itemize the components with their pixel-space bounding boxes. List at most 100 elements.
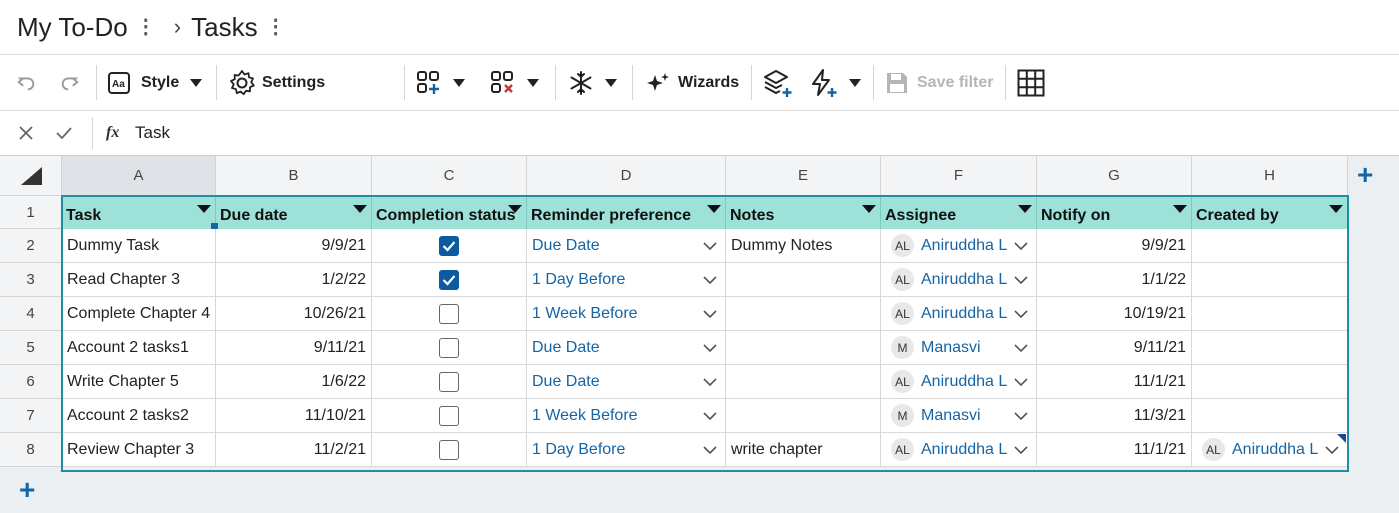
grid-view-button[interactable]: [1017, 55, 1045, 110]
chevron-down-icon[interactable]: [1014, 446, 1028, 455]
notify-on-cell[interactable]: 1/1/22: [1037, 263, 1192, 297]
task-cell[interactable]: Read Chapter 3: [62, 263, 216, 297]
table-header-cell[interactable]: Notify on: [1037, 196, 1192, 229]
reminder-dropdown[interactable]: [703, 374, 717, 392]
task-cell[interactable]: Complete Chapter 4: [62, 297, 216, 331]
chevron-down-icon[interactable]: [1014, 378, 1028, 387]
notify-on-cell[interactable]: 9/11/21: [1037, 331, 1192, 365]
table-header-cell[interactable]: Task: [62, 196, 216, 229]
column-header-g[interactable]: G: [1037, 156, 1192, 196]
notes-cell[interactable]: [726, 399, 881, 433]
due-date-cell[interactable]: 11/2/21: [216, 433, 372, 467]
chevron-down-icon[interactable]: [1014, 276, 1028, 285]
add-column-button[interactable]: +: [1357, 161, 1373, 189]
fill-handle[interactable]: [211, 223, 218, 229]
filter-dropdown-icon[interactable]: [197, 205, 211, 213]
formula-input[interactable]: Task: [135, 111, 170, 155]
reminder-dropdown[interactable]: [703, 340, 717, 358]
filter-dropdown-icon[interactable]: [1329, 205, 1343, 213]
created-by-cell[interactable]: [1192, 263, 1348, 297]
filter-dropdown-icon[interactable]: [1018, 205, 1032, 213]
assignee-dropdown[interactable]: [1014, 272, 1028, 290]
created-by-cell[interactable]: [1192, 297, 1348, 331]
filter-dropdown-icon[interactable]: [862, 205, 876, 213]
select-all-corner[interactable]: [0, 156, 62, 196]
due-date-cell[interactable]: 9/9/21: [216, 229, 372, 263]
task-cell[interactable]: Dummy Task: [62, 229, 216, 263]
notes-cell[interactable]: write chapter: [726, 433, 881, 467]
task-cell[interactable]: Account 2 tasks2: [62, 399, 216, 433]
reminder-cell[interactable]: 1 Day Before: [527, 433, 726, 467]
chevron-down-icon[interactable]: [1014, 310, 1028, 319]
chevron-down-icon[interactable]: [703, 310, 717, 319]
assignee-cell[interactable]: M Manasvi: [881, 331, 1037, 365]
cancel-edit-button[interactable]: [18, 111, 34, 155]
reminder-dropdown[interactable]: [703, 272, 717, 290]
created-by-cell[interactable]: [1192, 229, 1348, 263]
created-by-cell[interactable]: [1192, 331, 1348, 365]
sheet-title[interactable]: Tasks: [191, 12, 257, 43]
table-header-cell[interactable]: Created by: [1192, 196, 1348, 229]
workspace-title[interactable]: My To-Do: [17, 12, 128, 43]
created-by-dropdown[interactable]: [1325, 442, 1339, 460]
confirm-edit-button[interactable]: [55, 111, 73, 155]
created-by-cell[interactable]: [1192, 399, 1348, 433]
automation-button[interactable]: [808, 55, 862, 110]
add-layer-button[interactable]: [763, 55, 793, 110]
column-header-a[interactable]: A: [62, 156, 216, 196]
chevron-down-icon[interactable]: [703, 242, 717, 251]
assignee-dropdown[interactable]: [1014, 408, 1028, 426]
due-date-cell[interactable]: 1/2/22: [216, 263, 372, 297]
assignee-cell[interactable]: AL Aniruddha L: [881, 229, 1037, 263]
filter-dropdown-icon[interactable]: [707, 205, 721, 213]
checkbox-unchecked[interactable]: [439, 405, 459, 426]
column-header-d[interactable]: D: [527, 156, 726, 196]
notify-on-cell[interactable]: 11/3/21: [1037, 399, 1192, 433]
row-header[interactable]: 6: [0, 365, 62, 399]
chevron-down-icon[interactable]: [703, 344, 717, 353]
assignee-cell[interactable]: AL Aniruddha L: [881, 365, 1037, 399]
reminder-dropdown[interactable]: [703, 442, 717, 460]
due-date-cell[interactable]: 10/26/21: [216, 297, 372, 331]
column-header-e[interactable]: E: [726, 156, 881, 196]
table-header-cell[interactable]: Assignee: [881, 196, 1037, 229]
assignee-dropdown[interactable]: [1014, 374, 1028, 392]
assignee-cell[interactable]: AL Aniruddha L: [881, 263, 1037, 297]
chevron-down-icon[interactable]: [703, 276, 717, 285]
checkbox-unchecked[interactable]: [439, 439, 459, 460]
filter-dropdown-icon[interactable]: [1173, 205, 1187, 213]
task-cell[interactable]: Account 2 tasks1: [62, 331, 216, 365]
due-date-cell[interactable]: 11/10/21: [216, 399, 372, 433]
row-header[interactable]: 2: [0, 229, 62, 263]
assignee-dropdown[interactable]: [1014, 238, 1028, 256]
filter-dropdown-icon[interactable]: [508, 205, 522, 213]
reminder-dropdown[interactable]: [703, 408, 717, 426]
checkbox-checked[interactable]: [439, 269, 459, 290]
reminder-cell[interactable]: 1 Day Before: [527, 263, 726, 297]
assignee-dropdown[interactable]: [1014, 306, 1028, 324]
notes-cell[interactable]: [726, 365, 881, 399]
table-header-cell[interactable]: Reminder preference: [527, 196, 726, 229]
save-filter-button[interactable]: Save filter: [885, 55, 993, 110]
task-cell[interactable]: Review Chapter 3: [62, 433, 216, 467]
created-by-cell[interactable]: AL Aniruddha L: [1192, 433, 1348, 467]
assignee-dropdown[interactable]: [1014, 340, 1028, 358]
assignee-cell[interactable]: AL Aniruddha L: [881, 297, 1037, 331]
reminder-cell[interactable]: Due Date: [527, 331, 726, 365]
column-header-b[interactable]: B: [216, 156, 372, 196]
checkbox-unchecked[interactable]: [439, 337, 459, 358]
notify-on-cell[interactable]: 11/1/21: [1037, 433, 1192, 467]
column-header-f[interactable]: F: [881, 156, 1037, 196]
reminder-dropdown[interactable]: [703, 306, 717, 324]
row-header[interactable]: 3: [0, 263, 62, 297]
notes-cell[interactable]: [726, 263, 881, 297]
sheet-more-icon[interactable]: ⋮: [266, 17, 286, 37]
filter-dropdown-icon[interactable]: [353, 205, 367, 213]
insert-column-button[interactable]: [416, 55, 466, 110]
row-header[interactable]: 4: [0, 297, 62, 331]
chevron-down-icon[interactable]: [1014, 412, 1028, 421]
redo-button[interactable]: [59, 55, 81, 110]
created-by-cell[interactable]: [1192, 365, 1348, 399]
notes-cell[interactable]: [726, 297, 881, 331]
table-header-cell[interactable]: Due date: [216, 196, 372, 229]
